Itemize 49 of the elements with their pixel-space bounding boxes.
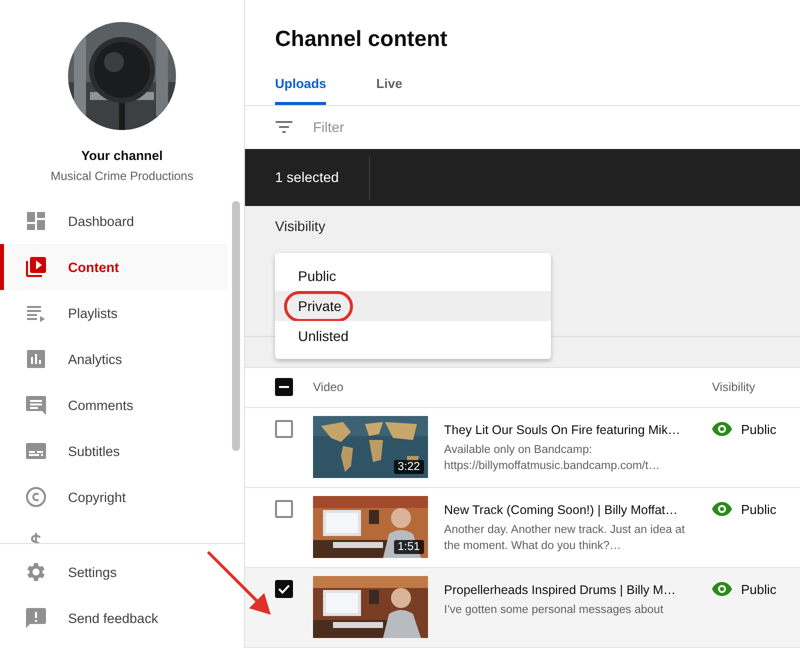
video-row[interactable]: Propellerheads Inspired Drums | Billy M… I’ve gotten some personal messages about Public [245, 568, 800, 648]
row-checkbox[interactable] [275, 580, 293, 598]
feedback-icon [24, 606, 48, 630]
nav-item[interactable]: Send feedback [0, 595, 228, 641]
menu-option[interactable]: Private [275, 290, 551, 321]
check-icon [278, 584, 290, 594]
visibility-status: Public [741, 422, 776, 437]
eye-icon [712, 582, 732, 596]
selected-count: 1 selected [274, 169, 340, 186]
menu-option[interactable]: Unlisted [275, 320, 551, 351]
comment-icon [24, 393, 48, 417]
visibility-status: Public [741, 582, 776, 597]
eye-icon [712, 502, 732, 516]
column-header: Video [313, 380, 344, 394]
video-title[interactable]: New Track (Coming Soon!) | Billy Moffat… [444, 502, 698, 517]
visibility-status: Public [741, 502, 776, 517]
menu-option[interactable]: Public [275, 260, 551, 291]
video-description: I’ve gotten some personal messages about [444, 602, 664, 618]
channel-name: Musical Crime Productions [50, 169, 194, 183]
duration-label: 1:51 [394, 540, 424, 554]
nav-item[interactable]: Subtitles [0, 428, 228, 474]
video-stack-icon [24, 255, 48, 279]
row-checkbox[interactable] [275, 420, 293, 438]
nav-item[interactable]: Settings [0, 549, 228, 595]
tab[interactable]: Uploads [275, 62, 326, 105]
scrollbar[interactable] [232, 201, 240, 451]
video-title[interactable]: Propellerheads Inspired Drums | Billy M… [444, 582, 698, 597]
nav-item[interactable]: Comments [0, 382, 228, 428]
nav-item[interactable]: Content [0, 244, 228, 290]
eye-icon [712, 422, 732, 436]
video-title[interactable]: They Lit Our Souls On Fire featuring Mik… [444, 422, 698, 437]
copyright-icon [24, 485, 48, 509]
page-title: Channel content [274, 25, 448, 53]
nav-item[interactable]: Analytics [0, 336, 228, 382]
duration-label: 3:22 [394, 460, 424, 474]
bar-chart-icon [24, 347, 48, 371]
nav-item[interactable]: Copyright [0, 474, 228, 520]
video-description: Available only on Bandcamp: https://billymoffatmusic.bandcamp.com/t… [444, 442, 661, 474]
select-all-checkbox[interactable] [275, 378, 293, 396]
channel-title: Your channel [81, 148, 163, 163]
visibility-label: Visibility [275, 218, 326, 234]
video-description: Another day. Another new track. Just an idea at the moment. What do you think?… [444, 522, 686, 554]
column-header: Visibility [712, 380, 756, 394]
nav-item[interactable]: Playlists [0, 290, 228, 336]
tab[interactable]: Live [376, 62, 402, 105]
nav-item[interactable]: Dashboard [0, 198, 228, 244]
row-checkbox[interactable] [275, 500, 293, 518]
dashboard-icon [24, 209, 48, 233]
minus-icon [279, 386, 289, 388]
